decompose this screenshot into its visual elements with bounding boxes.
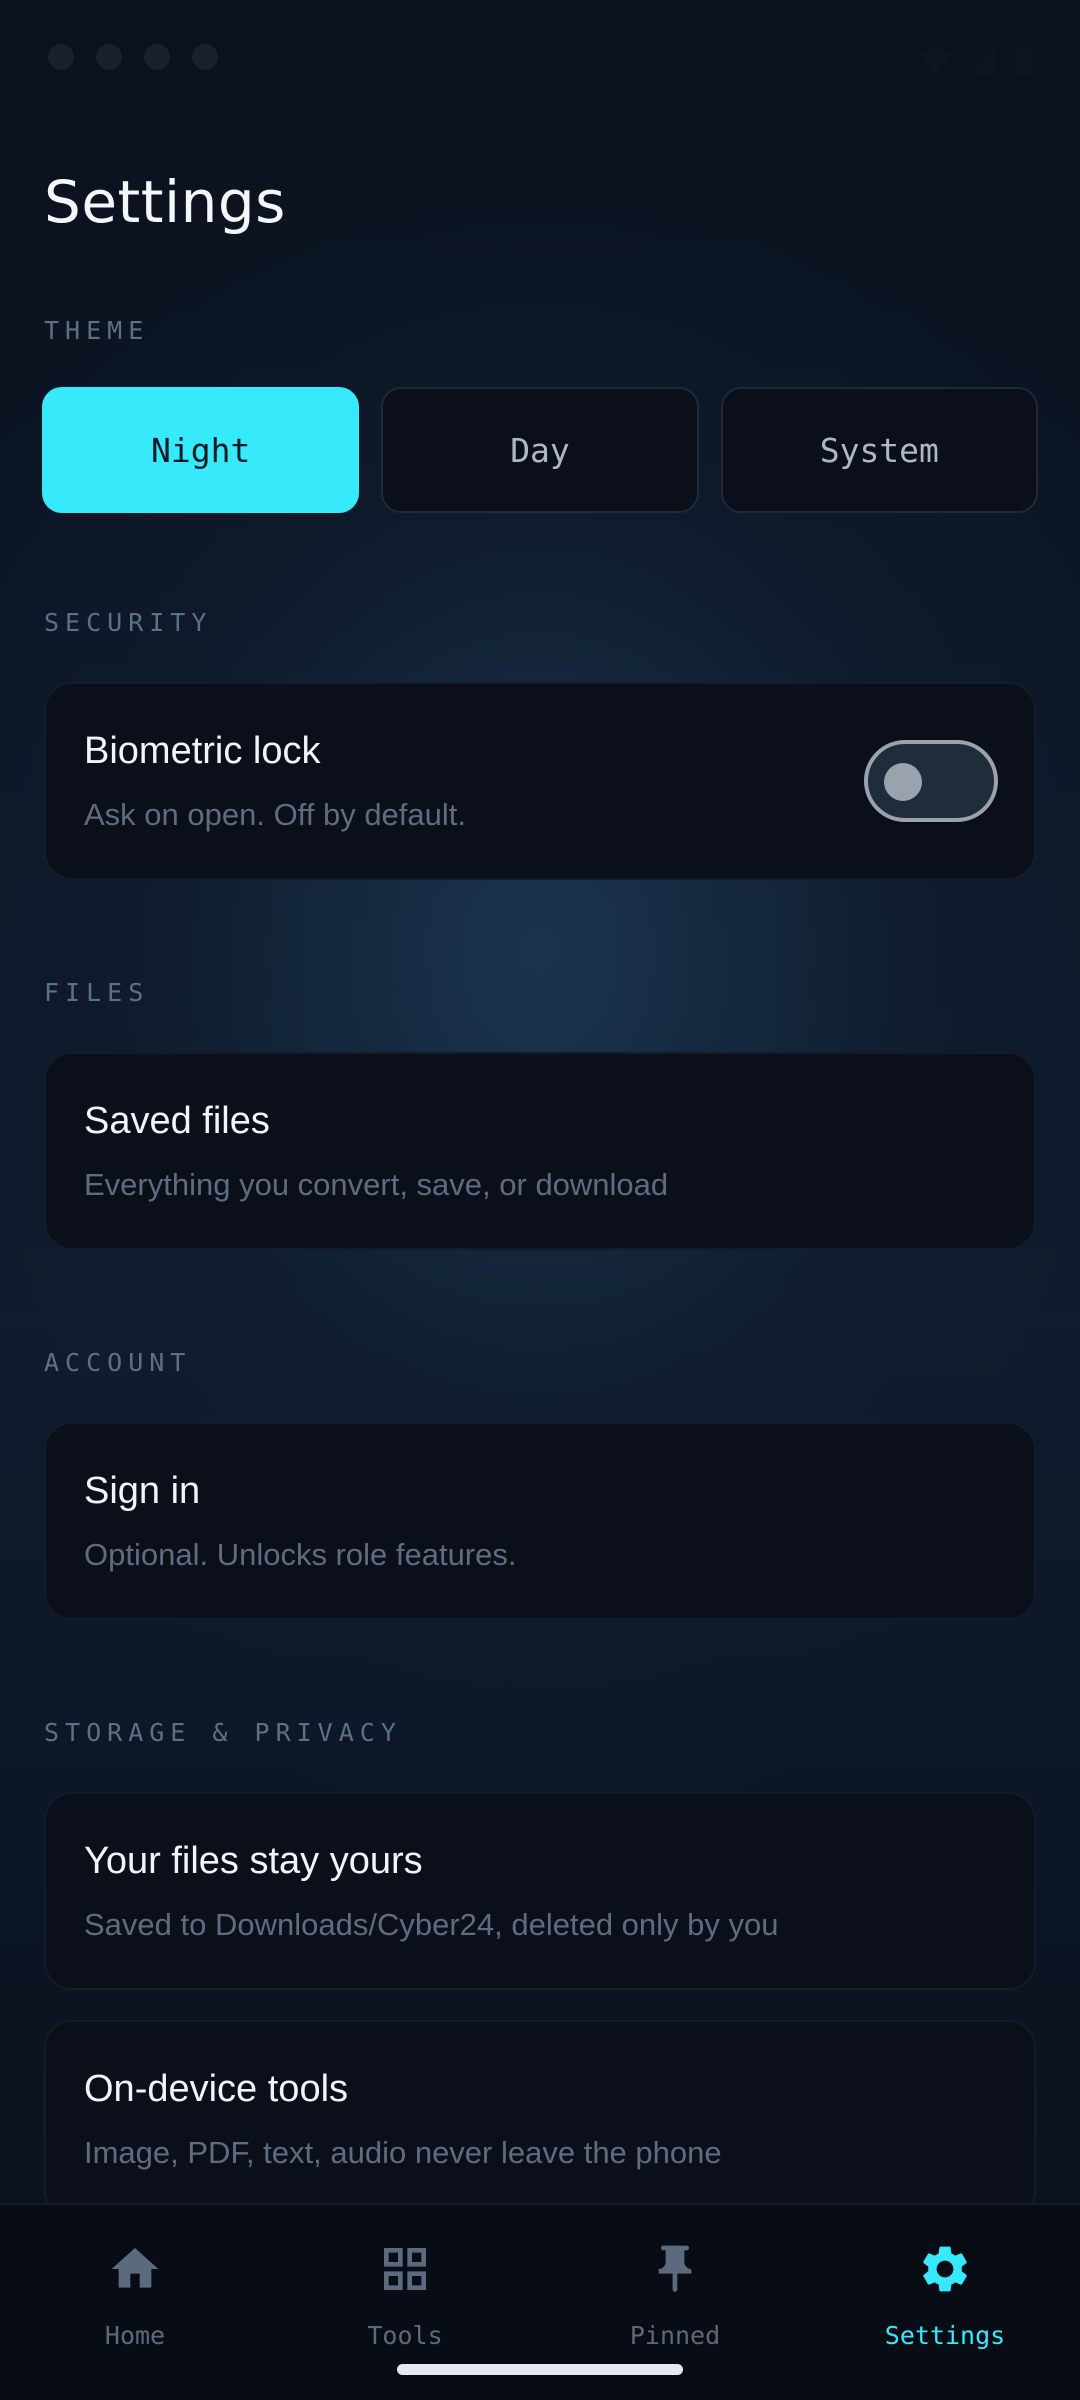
- nav-item-home[interactable]: Home: [35, 2205, 235, 2400]
- biometric-lock-title: Biometric lock: [84, 730, 321, 772]
- theme-option-system[interactable]: System: [720, 387, 1038, 513]
- home-icon: [111, 2248, 159, 2288]
- wifi-icon: [919, 49, 951, 74]
- nav-label-settings: Settings: [884, 2321, 1006, 2350]
- files-stay-yours-subtitle: Saved to Downloads/Cyber24, deleted only…: [84, 1907, 779, 1942]
- nav-item-settings[interactable]: Settings: [845, 2205, 1045, 2400]
- on-device-tools-subtitle: Image, PDF, text, audio never leave the …: [84, 2135, 722, 2170]
- sign-in-card[interactable]: Sign in Optional. Unlocks role features.: [44, 1422, 1036, 1620]
- biometric-lock-subtitle: Ask on open. Off by default.: [84, 797, 467, 832]
- biometric-lock-toggle[interactable]: [864, 740, 998, 822]
- theme-option-night[interactable]: Night: [42, 387, 360, 513]
- page-title: Settings: [44, 168, 286, 236]
- status-left-icons: [48, 44, 218, 70]
- section-label-theme: THEME: [44, 316, 150, 345]
- notification-icon: [48, 44, 74, 70]
- gear-icon: [923, 2246, 967, 2292]
- saved-files-card[interactable]: Saved files Everything you convert, save…: [44, 1052, 1036, 1250]
- nav-label-tools: Tools: [367, 2321, 443, 2350]
- on-device-tools-title: On-device tools: [84, 2068, 349, 2110]
- saved-files-title: Saved files: [84, 1100, 270, 1142]
- status-bar: [0, 0, 1080, 130]
- saved-files-subtitle: Everything you convert, save, or downloa…: [84, 1167, 669, 1202]
- nav-label-home: Home: [104, 2321, 166, 2350]
- section-label-storage-privacy: STORAGE & PRIVACY: [44, 1718, 402, 1747]
- section-label-security: SECURITY: [44, 608, 213, 637]
- nav-label-pinned: Pinned: [629, 2321, 721, 2350]
- files-stay-yours-card[interactable]: Your files stay yours Saved to Downloads…: [44, 1792, 1036, 1990]
- section-label-account: ACCOUNT: [44, 1348, 192, 1377]
- files-stay-yours-title: Your files stay yours: [84, 1840, 423, 1882]
- section-label-files: FILES: [44, 978, 150, 1007]
- sign-in-subtitle: Optional. Unlocks role features.: [84, 1537, 517, 1572]
- home-indicator[interactable]: [397, 2364, 683, 2375]
- notification-icon: [192, 44, 218, 70]
- pin-icon: [658, 2245, 692, 2293]
- theme-option-day[interactable]: Day: [381, 387, 699, 513]
- signal-icon: [971, 48, 995, 74]
- toggle-knob: [884, 763, 922, 801]
- battery-icon: [1015, 46, 1031, 75]
- status-right-icons: [918, 46, 1032, 76]
- sign-in-title: Sign in: [84, 1470, 201, 1512]
- notification-icon: [144, 44, 170, 70]
- biometric-lock-card[interactable]: Biometric lock Ask on open. Off by defau…: [44, 682, 1036, 880]
- on-device-tools-card[interactable]: On-device tools Image, PDF, text, audio …: [44, 2020, 1036, 2218]
- theme-selector: Night Day System: [42, 387, 1038, 513]
- grid-icon: [384, 2248, 426, 2290]
- notification-icon: [96, 44, 122, 70]
